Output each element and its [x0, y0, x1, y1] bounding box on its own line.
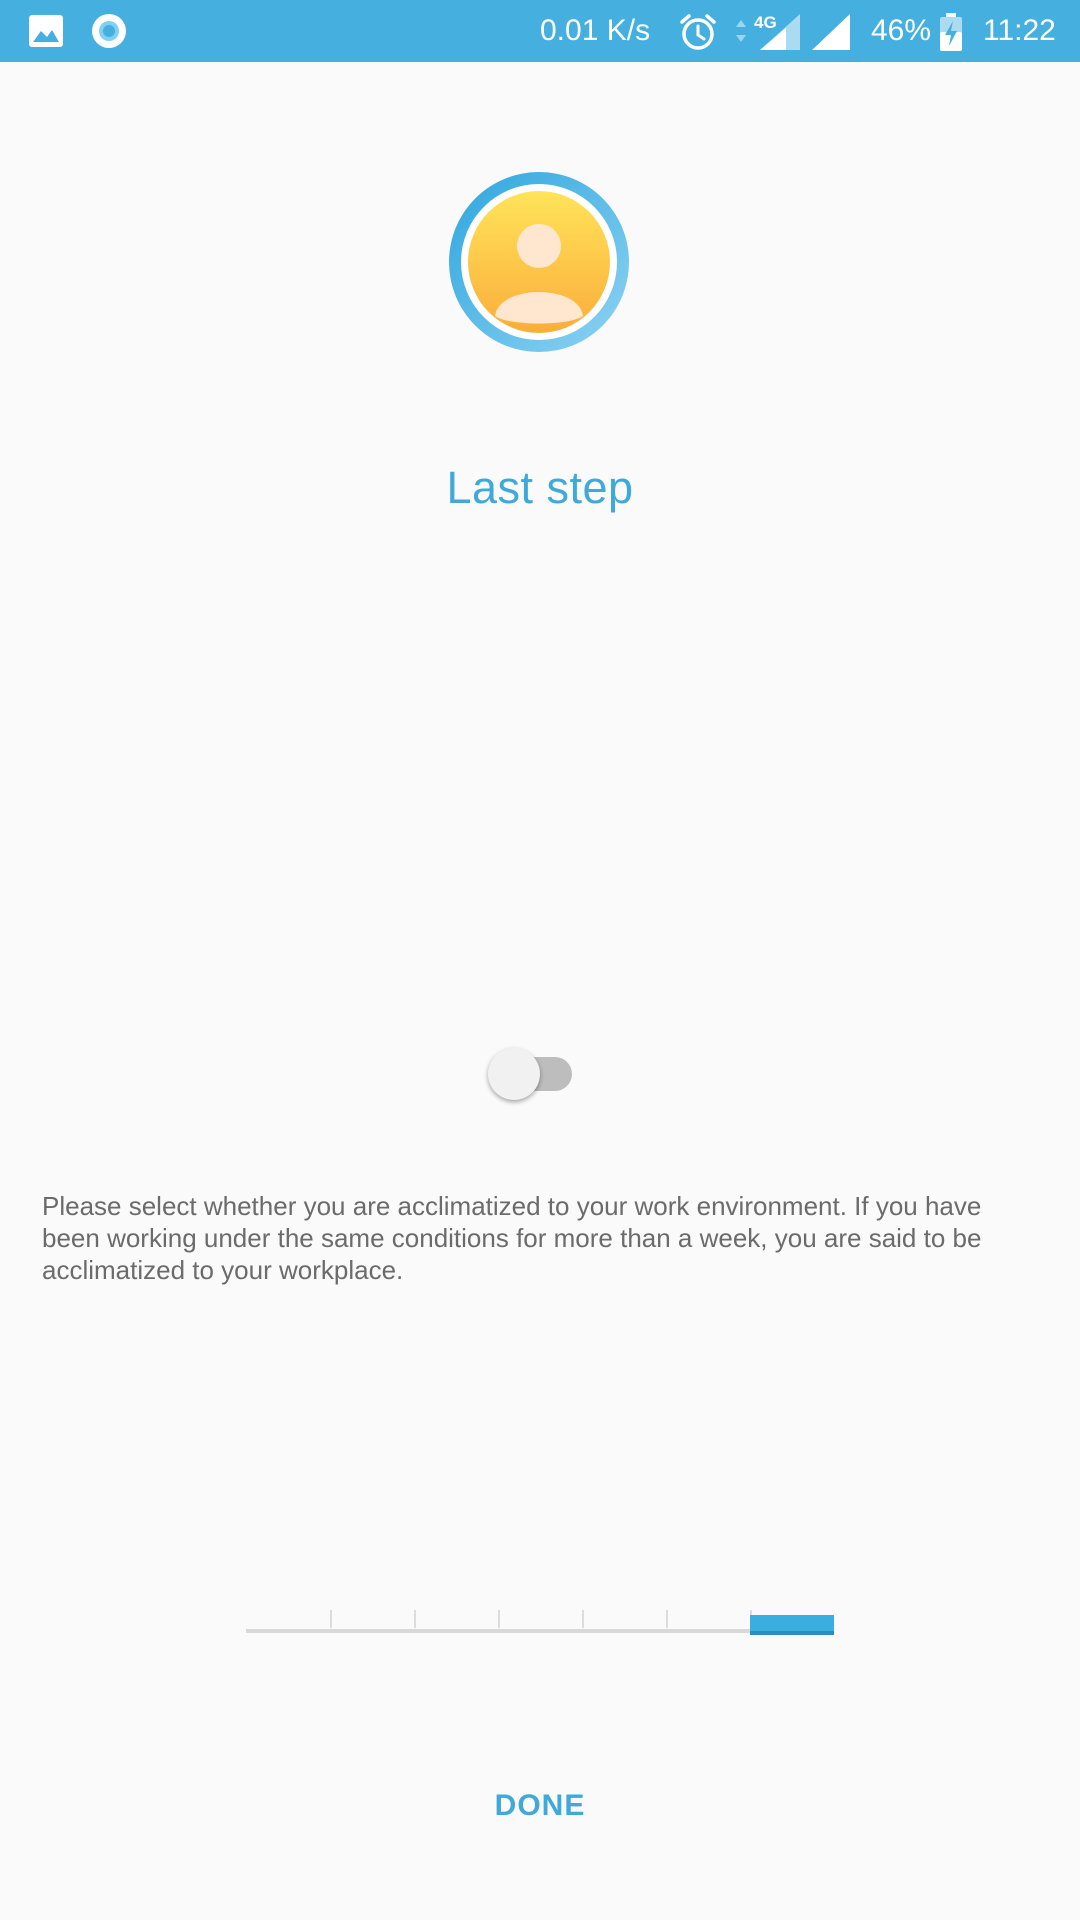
progress-tick: [582, 1610, 584, 1628]
data-arrows-icon: [736, 20, 746, 42]
progress-tick: [414, 1610, 416, 1628]
circle-notification-icon: [92, 14, 126, 48]
progress-track: [246, 1629, 834, 1633]
wifi-signal-icon: [812, 14, 850, 50]
network-speed: 0.01 K/s: [540, 14, 651, 47]
status-bar: 0.01 K/s 4G 46% 11:22: [0, 0, 1080, 62]
signal-icon: [760, 14, 800, 50]
gallery-icon: [29, 15, 63, 47]
progress-tick: [666, 1610, 668, 1628]
description-text: Please select whether you are acclimatiz…: [42, 1191, 982, 1285]
progress-fill: [750, 1615, 834, 1635]
user-avatar-icon: [449, 172, 629, 352]
battery-percentage: 46%: [871, 14, 932, 47]
progress-tick: [330, 1610, 332, 1628]
toggle-thumb: [488, 1048, 540, 1100]
step-progress-indicator: [246, 1605, 834, 1635]
page-title: Last step: [446, 462, 634, 513]
acclimatized-toggle[interactable]: [486, 1040, 586, 1100]
done-button[interactable]: DONE: [440, 1776, 640, 1836]
battery-charging-icon: [940, 13, 962, 51]
clock: 11:22: [983, 14, 1056, 47]
alarm-icon: [680, 14, 716, 50]
avatar: [443, 166, 635, 358]
progress-tick: [498, 1610, 500, 1628]
